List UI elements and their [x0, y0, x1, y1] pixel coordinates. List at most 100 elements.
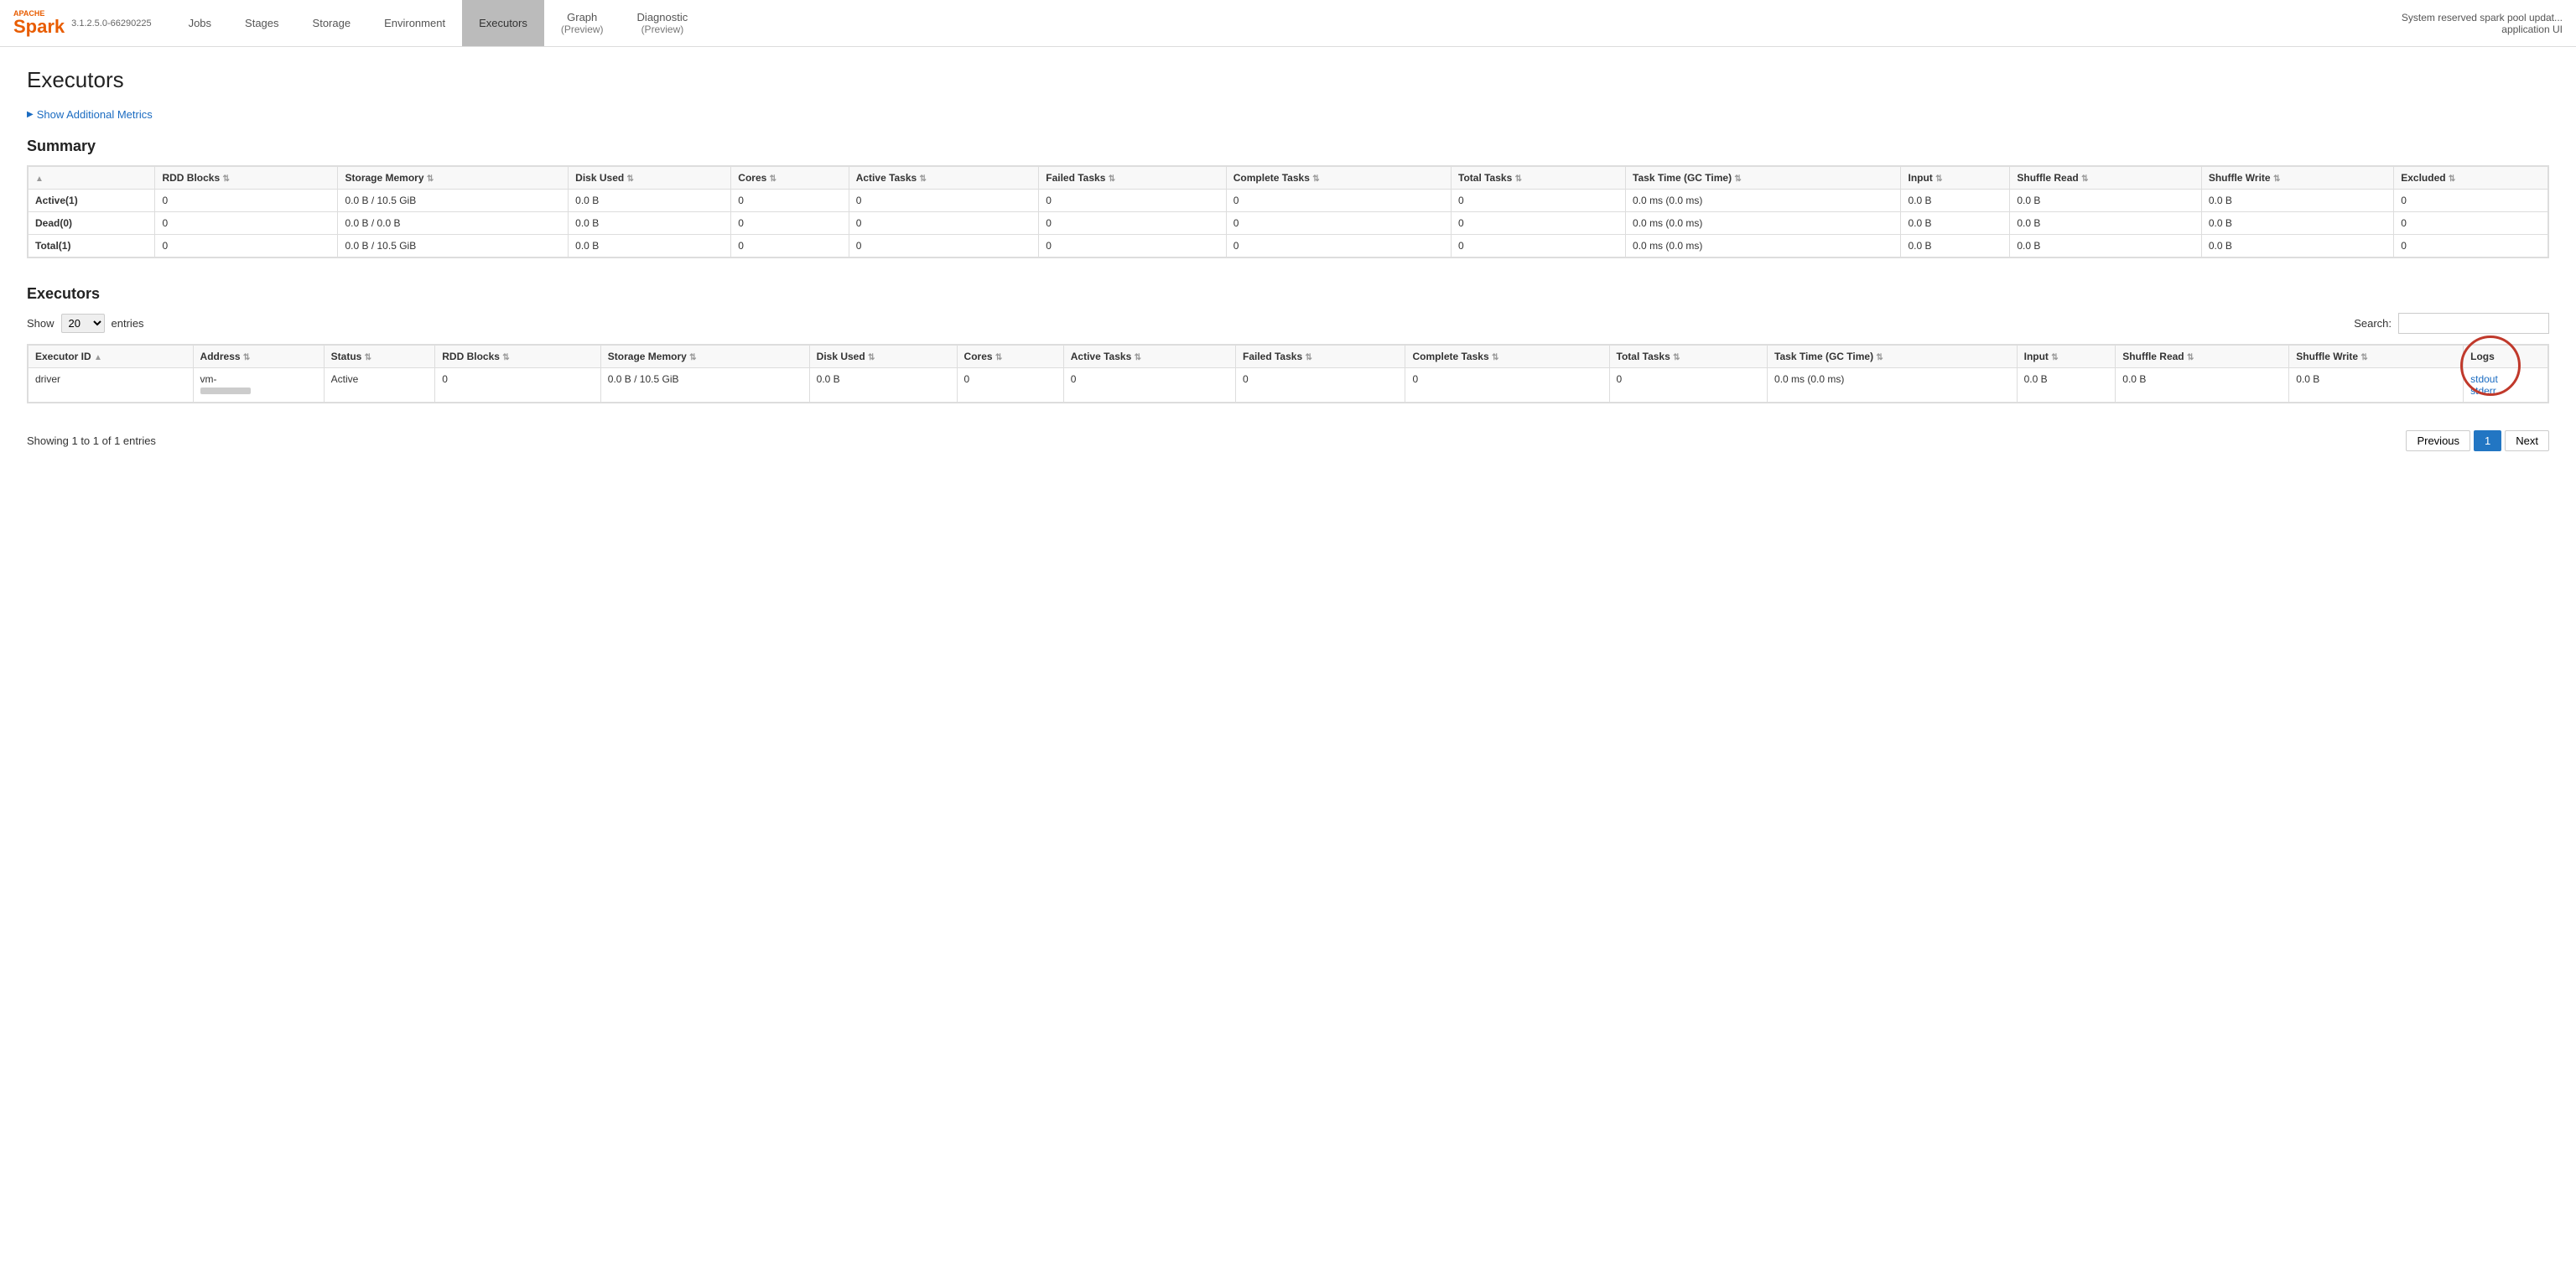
summary-failed: 0	[1039, 190, 1227, 212]
show-additional-metrics-link[interactable]: Show Additional Metrics	[27, 108, 153, 121]
summary-row: Dead(0) 0 0.0 B / 0.0 B 0.0 B 0 0 0 0 0 …	[29, 212, 2548, 235]
nav-environment[interactable]: Environment	[367, 0, 462, 46]
summary-cores: 0	[731, 190, 849, 212]
next-button[interactable]: Next	[2505, 430, 2549, 451]
stdout-link[interactable]: stdout	[2470, 373, 2541, 385]
stderr-link[interactable]: stderr	[2470, 385, 2541, 397]
brand: APACHE Spark 3.1.2.5.0-66290225	[13, 10, 152, 36]
summary-excluded: 0	[2394, 212, 2548, 235]
exec-col-rdd: RDD Blocks ⇅	[435, 346, 601, 368]
summary-col-complete-tasks: Complete Tasks ⇅	[1226, 167, 1451, 190]
summary-col-input: Input ⇅	[1901, 167, 2010, 190]
exec-col-complete: Complete Tasks ⇅	[1405, 346, 1609, 368]
exec-storage: 0.0 B / 10.5 GiB	[600, 368, 809, 403]
summary-tasktime: 0.0 ms (0.0 ms)	[1626, 190, 1901, 212]
summary-shuffle-read: 0.0 B	[2010, 190, 2201, 212]
exec-disk: 0.0 B	[809, 368, 957, 403]
exec-shuffle-read: 0.0 B	[2116, 368, 2289, 403]
summary-total: 0	[1452, 212, 1626, 235]
summary-shuffle-write: 0.0 B	[2201, 190, 2393, 212]
nav-stages[interactable]: Stages	[228, 0, 295, 46]
nav-executors[interactable]: Executors	[462, 0, 544, 46]
spark-label: Spark	[13, 18, 65, 36]
summary-active: 0	[849, 190, 1039, 212]
summary-complete: 0	[1226, 190, 1451, 212]
nav-links: Jobs Stages Storage Environment Executor…	[172, 0, 2402, 46]
exec-failed-tasks: 0	[1235, 368, 1405, 403]
prev-button[interactable]: Previous	[2406, 430, 2470, 451]
executors-table: Executor ID ▲ Address ⇅ Status ⇅ RDD Blo…	[28, 345, 2548, 403]
summary-failed: 0	[1039, 212, 1227, 235]
exec-row: driver vm- Active 0 0.0 B / 10.5 GiB 0.0…	[29, 368, 2548, 403]
summary-excluded: 0	[2394, 190, 2548, 212]
summary-rdd: 0	[155, 190, 338, 212]
exec-col-address: Address ⇅	[193, 346, 324, 368]
summary-input: 0.0 B	[1901, 235, 2010, 257]
exec-col-tasktime: Task Time (GC Time) ⇅	[1768, 346, 2018, 368]
exec-address: vm-	[193, 368, 324, 403]
summary-storage: 0.0 B / 10.5 GiB	[338, 235, 569, 257]
exec-status: Active	[324, 368, 435, 403]
summary-rdd: 0	[155, 212, 338, 235]
summary-tasktime: 0.0 ms (0.0 ms)	[1626, 212, 1901, 235]
exec-col-shuffle-read: Shuffle Read ⇅	[2116, 346, 2289, 368]
nav-jobs[interactable]: Jobs	[172, 0, 228, 46]
nav-graph[interactable]: Graph (Preview)	[544, 0, 621, 46]
nav-diagnostic[interactable]: Diagnostic (Preview)	[621, 0, 705, 46]
exec-col-disk: Disk Used ⇅	[809, 346, 957, 368]
exec-col-id: Executor ID ▲	[29, 346, 194, 368]
summary-heading: Summary	[27, 138, 2549, 155]
summary-col-rdd: RDD Blocks ⇅	[155, 167, 338, 190]
summary-label: Dead(0)	[29, 212, 155, 235]
summary-input: 0.0 B	[1901, 190, 2010, 212]
exec-controls: Show 20 50 100 entries Search:	[27, 313, 2549, 334]
summary-cores: 0	[731, 212, 849, 235]
summary-col-task-time: Task Time (GC Time) ⇅	[1626, 167, 1901, 190]
summary-row: Active(1) 0 0.0 B / 10.5 GiB 0.0 B 0 0 0…	[29, 190, 2548, 212]
summary-excluded: 0	[2394, 235, 2548, 257]
summary-disk: 0.0 B	[569, 212, 731, 235]
summary-table: ▲ RDD Blocks ⇅ Storage Memory ⇅ Disk Use…	[28, 166, 2548, 257]
summary-col-excluded: Excluded ⇅	[2394, 167, 2548, 190]
summary-col-cores: Cores ⇅	[731, 167, 849, 190]
exec-cores: 0	[957, 368, 1063, 403]
exec-col-storage: Storage Memory ⇅	[600, 346, 809, 368]
exec-rdd: 0	[435, 368, 601, 403]
summary-storage: 0.0 B / 10.5 GiB	[338, 190, 569, 212]
search-label: Search:	[2354, 317, 2392, 330]
search-input[interactable]	[2398, 313, 2549, 334]
summary-col-shuffle-read: Shuffle Read ⇅	[2010, 167, 2201, 190]
exec-active-tasks: 0	[1063, 368, 1235, 403]
logs-circle-wrapper: Logs	[2470, 351, 2495, 362]
exec-input: 0.0 B	[2017, 368, 2116, 403]
exec-complete-tasks: 0	[1405, 368, 1609, 403]
nav-right: System reserved spark pool updat... appl…	[2402, 12, 2563, 35]
page-title: Executors	[27, 67, 2549, 93]
spark-logo: APACHE Spark	[13, 10, 65, 36]
search-box: Search:	[2354, 313, 2549, 334]
exec-tasktime: 0.0 ms (0.0 ms)	[1768, 368, 2018, 403]
summary-storage: 0.0 B / 0.0 B	[338, 212, 569, 235]
summary-active: 0	[849, 235, 1039, 257]
summary-tasktime: 0.0 ms (0.0 ms)	[1626, 235, 1901, 257]
entries-select[interactable]: 20 50 100	[61, 314, 105, 333]
executors-section: Executors Show 20 50 100 entries Search:	[27, 285, 2549, 451]
exec-shuffle-write: 0.0 B	[2289, 368, 2464, 403]
show-entries: Show 20 50 100 entries	[27, 314, 144, 333]
summary-input: 0.0 B	[1901, 212, 2010, 235]
page-1-button[interactable]: 1	[2474, 430, 2501, 451]
summary-label: Active(1)	[29, 190, 155, 212]
nav-bar: APACHE Spark 3.1.2.5.0-66290225 Jobs Sta…	[0, 0, 2576, 47]
summary-complete: 0	[1226, 212, 1451, 235]
summary-total: 0	[1452, 235, 1626, 257]
nav-storage[interactable]: Storage	[296, 0, 368, 46]
version-label: 3.1.2.5.0-66290225	[71, 18, 151, 29]
summary-total: 0	[1452, 190, 1626, 212]
pagination: Showing 1 to 1 of 1 entries Previous 1 N…	[27, 430, 2549, 451]
summary-rdd: 0	[155, 235, 338, 257]
exec-col-input: Input ⇅	[2017, 346, 2116, 368]
entries-label: entries	[112, 317, 144, 330]
executors-table-wrapper: Executor ID ▲ Address ⇅ Status ⇅ RDD Blo…	[27, 344, 2549, 403]
show-label: Show	[27, 317, 55, 330]
summary-table-wrapper: ▲ RDD Blocks ⇅ Storage Memory ⇅ Disk Use…	[27, 165, 2549, 258]
